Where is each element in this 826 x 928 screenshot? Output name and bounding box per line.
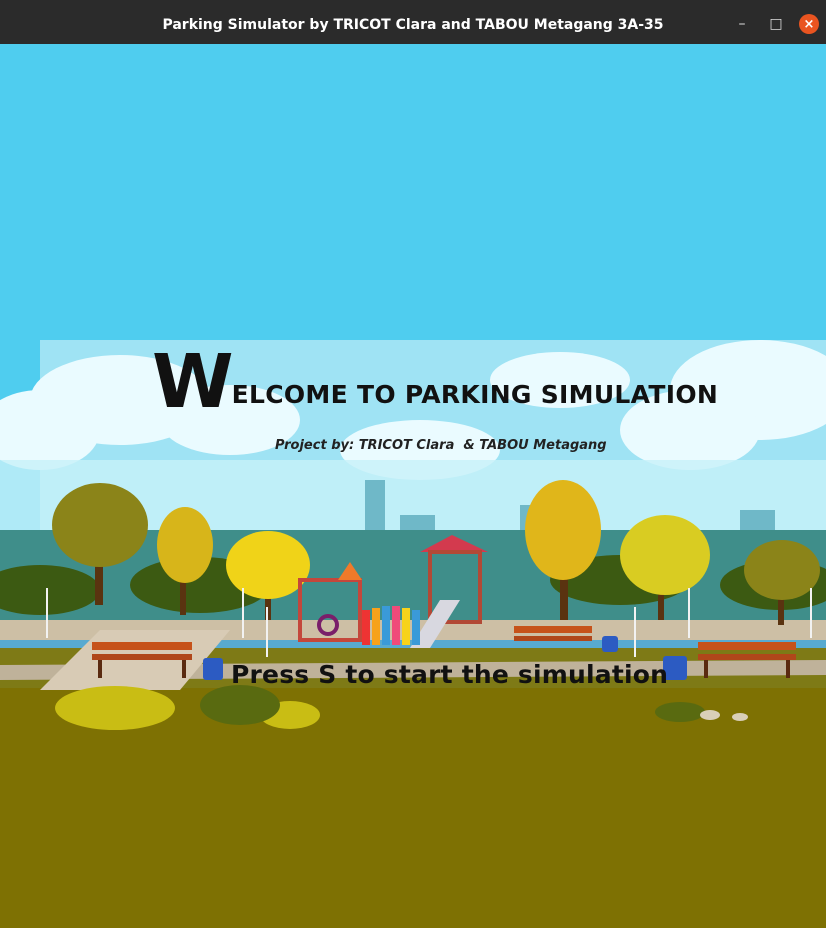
maximize-button[interactable]: □ [766, 14, 786, 34]
window-title: Parking Simulator by TRICOT Clara and TA… [162, 17, 664, 33]
close-button[interactable]: × [799, 14, 819, 34]
start-prompt: Press S to start the simulation [231, 660, 669, 689]
title-bar: Parking Simulator by TRICOT Clara and TA… [0, 0, 826, 44]
minimize-button[interactable]: – [732, 14, 752, 34]
project-credits: Project by: TRICOT Clara & TABOU Metagan… [275, 438, 607, 453]
welcome-heading: WELCOME TO PARKING SIMULATION [152, 345, 718, 419]
welcome-rest: ELCOME TO PARKING SIMULATION [231, 380, 719, 409]
welcome-initial: W [152, 339, 234, 425]
